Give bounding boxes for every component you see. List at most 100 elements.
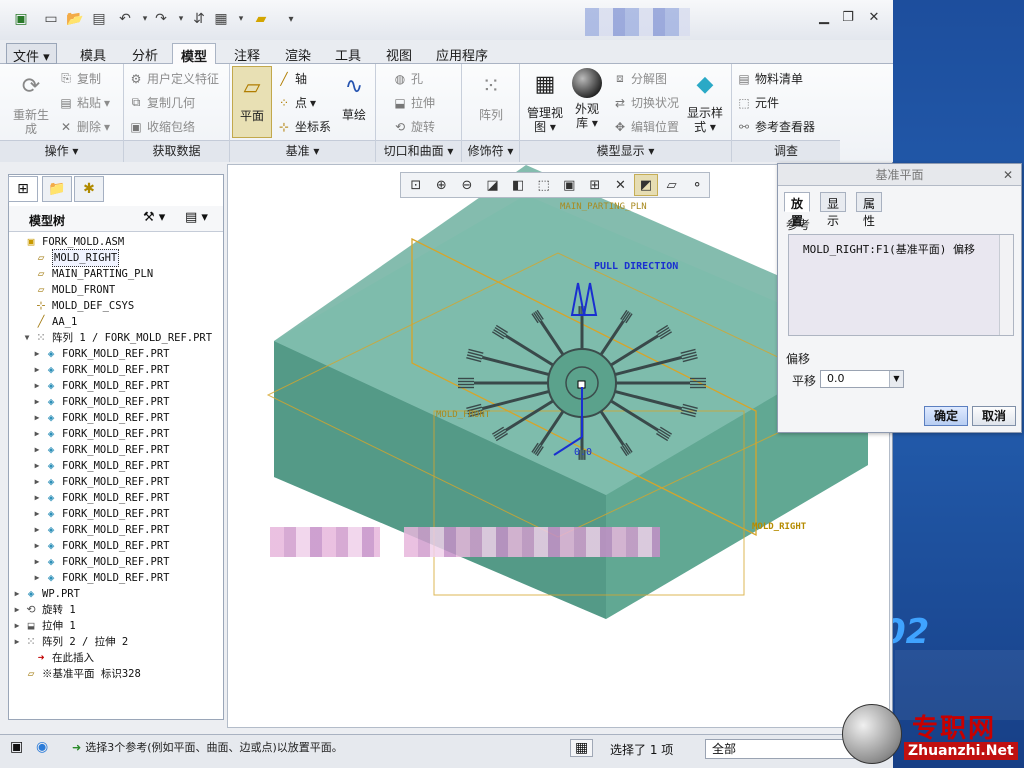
expand-toggle-icon[interactable]: ▶ bbox=[31, 394, 43, 410]
tree-item[interactable]: ▱ MOLD_FRONT bbox=[21, 282, 116, 298]
datum-display-icon[interactable]: ✕ bbox=[609, 174, 633, 196]
tree-item[interactable]: ▶ ◈ FORK_MOLD_REF.PRT bbox=[31, 378, 170, 394]
datum-plane-display-icon[interactable]: ◩ bbox=[634, 174, 658, 196]
tab-annotate[interactable]: 注释 bbox=[226, 43, 268, 64]
expand-toggle-icon[interactable]: ▶ bbox=[31, 538, 43, 554]
group-cut-surface-label[interactable]: 切口和曲面 ▾ bbox=[376, 140, 461, 162]
refit-icon[interactable]: ⊡ bbox=[404, 174, 428, 196]
perspective-icon[interactable]: ⊞ bbox=[583, 174, 607, 196]
expand-toggle-icon[interactable]: ▶ bbox=[11, 634, 23, 650]
show-browser-icon[interactable]: ◉ bbox=[36, 739, 48, 755]
tab-tools[interactable]: 工具 bbox=[327, 43, 369, 64]
customize-qat-icon[interactable]: ▾ bbox=[282, 10, 300, 28]
tree-item[interactable]: ▶ ◈ FORK_MOLD_REF.PRT bbox=[31, 458, 170, 474]
regenerate-icon[interactable]: ⇵ bbox=[190, 10, 208, 28]
save-icon[interactable]: ▤ bbox=[90, 10, 108, 28]
group-operations-label[interactable]: 操作 ▾ bbox=[0, 140, 123, 162]
revolve-button[interactable]: ⟲ 旋转 bbox=[392, 118, 435, 135]
cancel-button[interactable]: 取消 bbox=[972, 406, 1016, 426]
udf-button[interactable]: ⚙ 用户定义特征 bbox=[128, 70, 219, 87]
minimize-button[interactable]: ▁ bbox=[812, 10, 836, 28]
tree-item[interactable]: ▶ ◈ FORK_MOLD_REF.PRT bbox=[31, 522, 170, 538]
edit-position-button[interactable]: ✥ 编辑位置 bbox=[612, 118, 679, 135]
view-manager-icon[interactable]: ▣ bbox=[557, 174, 581, 196]
toggle-status-button[interactable]: ⇄ 切换状况 bbox=[612, 94, 679, 111]
ok-button[interactable]: 确定 bbox=[924, 406, 968, 426]
zoom-out-icon[interactable]: ⊖ bbox=[455, 174, 479, 196]
tab-properties[interactable]: 属性 bbox=[856, 192, 883, 228]
tab-placement[interactable]: 放置 bbox=[784, 192, 811, 228]
dialog-title-bar[interactable]: 基准平面 ✕ bbox=[778, 164, 1021, 186]
expand-toggle-icon[interactable]: ▶ bbox=[31, 410, 43, 426]
tree-item[interactable]: ▶ ◈ FORK_MOLD_REF.PRT bbox=[31, 554, 170, 570]
sketch-button[interactable]: ∿ 草绘 bbox=[334, 70, 374, 123]
expand-toggle-icon[interactable]: ▶ bbox=[11, 586, 23, 602]
reference-item[interactable]: MOLD_RIGHT:F1(基准平面) 偏移 bbox=[803, 241, 975, 257]
extrude-button[interactable]: ⬓ 拉伸 bbox=[392, 94, 435, 111]
group-model-display-label[interactable]: 模型显示 ▾ bbox=[520, 140, 731, 162]
expand-toggle-icon[interactable]: ▶ bbox=[11, 618, 23, 634]
references-list[interactable]: MOLD_RIGHT:F1(基准平面) 偏移 bbox=[788, 234, 1014, 336]
tree-item[interactable]: ▶ ◈ FORK_MOLD_REF.PRT bbox=[31, 474, 170, 490]
windows-dropdown-icon[interactable]: ▾ bbox=[232, 10, 250, 28]
restore-button[interactable]: ❐ bbox=[836, 10, 860, 28]
tree-item[interactable]: ▶ ◈ FORK_MOLD_REF.PRT bbox=[31, 362, 170, 378]
tree-item[interactable]: ▶ ◈ FORK_MOLD_REF.PRT bbox=[31, 442, 170, 458]
tab-display[interactable]: 显示 bbox=[820, 192, 847, 228]
references-scrollbar[interactable] bbox=[999, 235, 1013, 335]
tree-item[interactable]: ▶ ◈ FORK_MOLD_REF.PRT bbox=[31, 410, 170, 426]
open-file-icon[interactable]: 📂 bbox=[66, 10, 84, 28]
group-modifier-label[interactable]: 修饰符 ▾ bbox=[462, 140, 519, 162]
tree-item[interactable]: ▶ ◈ FORK_MOLD_REF.PRT bbox=[31, 570, 170, 586]
expand-toggle-icon[interactable]: ▶ bbox=[31, 378, 43, 394]
datum-point-button[interactable]: ⁘ 点 ▾ bbox=[276, 94, 316, 111]
spin-center-icon[interactable]: ⚬ bbox=[685, 174, 709, 196]
tree-settings-icon[interactable]: ⚒ ▾ bbox=[143, 210, 165, 225]
display-style-button[interactable]: ◆ 显示样 式 ▾ bbox=[684, 68, 726, 135]
show-navigator-icon[interactable]: ▣ bbox=[10, 739, 23, 755]
tab-model[interactable]: 模型 bbox=[172, 43, 217, 65]
tree-item[interactable]: ▶ ◈ FORK_MOLD_REF.PRT bbox=[31, 490, 170, 506]
pattern-button[interactable]: ⁙ 阵列 bbox=[470, 70, 512, 123]
tab-render[interactable]: 渲染 bbox=[277, 43, 319, 64]
translate-value-field[interactable]: 0.0 ▼ bbox=[820, 370, 904, 388]
expand-toggle-icon[interactable]: ▶ bbox=[31, 554, 43, 570]
tree-item[interactable]: ▶ ⬓ 拉伸 1 bbox=[11, 618, 76, 634]
tree-item[interactable]: ▼ ⁙ 阵列 1 / FORK_MOLD_REF.PRT bbox=[21, 330, 213, 346]
tree-item[interactable]: ▶ ◈ FORK_MOLD_REF.PRT bbox=[31, 538, 170, 554]
favorites-tab-icon[interactable]: ✱ bbox=[74, 176, 104, 202]
expand-toggle-icon[interactable]: ▶ bbox=[31, 442, 43, 458]
undo-icon[interactable]: ↶ bbox=[116, 10, 134, 28]
copy-geometry-button[interactable]: ⧉ 复制几何 bbox=[128, 94, 195, 111]
close-window-button[interactable]: ✕ bbox=[862, 10, 886, 28]
appearance-gallery-button[interactable]: 外观 库 ▾ bbox=[568, 68, 606, 130]
tree-item[interactable]: ▱ MOLD_RIGHT bbox=[21, 249, 120, 267]
tab-mold[interactable]: 模具 bbox=[72, 43, 114, 64]
tree-item[interactable]: ⊹ MOLD_DEF_CSYS bbox=[21, 298, 134, 314]
tree-item[interactable]: ▶ ◈ FORK_MOLD_REF.PRT bbox=[31, 346, 170, 362]
tab-applications[interactable]: 应用程序 bbox=[428, 43, 496, 64]
tab-view[interactable]: 视图 bbox=[378, 43, 420, 64]
shrinkwrap-button[interactable]: ▣ 收缩包络 bbox=[128, 118, 195, 135]
expand-toggle-icon[interactable]: ▶ bbox=[31, 570, 43, 586]
redo-icon[interactable]: ↷ bbox=[152, 10, 170, 28]
expand-toggle-icon[interactable]: ▶ bbox=[31, 490, 43, 506]
copy-button[interactable]: ⎘ 复制 bbox=[58, 70, 101, 87]
folder-icon[interactable]: ▰ bbox=[252, 10, 270, 28]
tree-item[interactable]: ▶ ◈ FORK_MOLD_REF.PRT bbox=[31, 394, 170, 410]
expand-toggle-icon[interactable]: ▶ bbox=[31, 474, 43, 490]
dialog-close-icon[interactable]: ✕ bbox=[1003, 164, 1013, 186]
zoom-in-icon[interactable]: ⊕ bbox=[430, 174, 454, 196]
tree-item[interactable]: ▱ ※基准平面 标识328 bbox=[11, 666, 141, 682]
tree-item[interactable]: ╱ AA_1 bbox=[21, 314, 78, 330]
expand-toggle-icon[interactable]: ▶ bbox=[31, 426, 43, 442]
expand-toggle-icon[interactable]: ▶ bbox=[31, 506, 43, 522]
translate-dropdown-icon[interactable]: ▼ bbox=[889, 371, 903, 387]
windows-icon[interactable]: ▦ bbox=[212, 10, 230, 28]
datum-plane-button[interactable]: ▱ 平面 bbox=[232, 66, 272, 138]
tab-file[interactable]: 文件 ▾ bbox=[6, 43, 57, 65]
reference-viewer-button[interactable]: ⚯ 参考查看器 bbox=[736, 118, 815, 135]
expand-toggle-icon[interactable]: ▶ bbox=[31, 458, 43, 474]
annotation-display-icon[interactable]: ▱ bbox=[660, 174, 684, 196]
tree-item[interactable]: ▶ ◈ FORK_MOLD_REF.PRT bbox=[31, 426, 170, 442]
